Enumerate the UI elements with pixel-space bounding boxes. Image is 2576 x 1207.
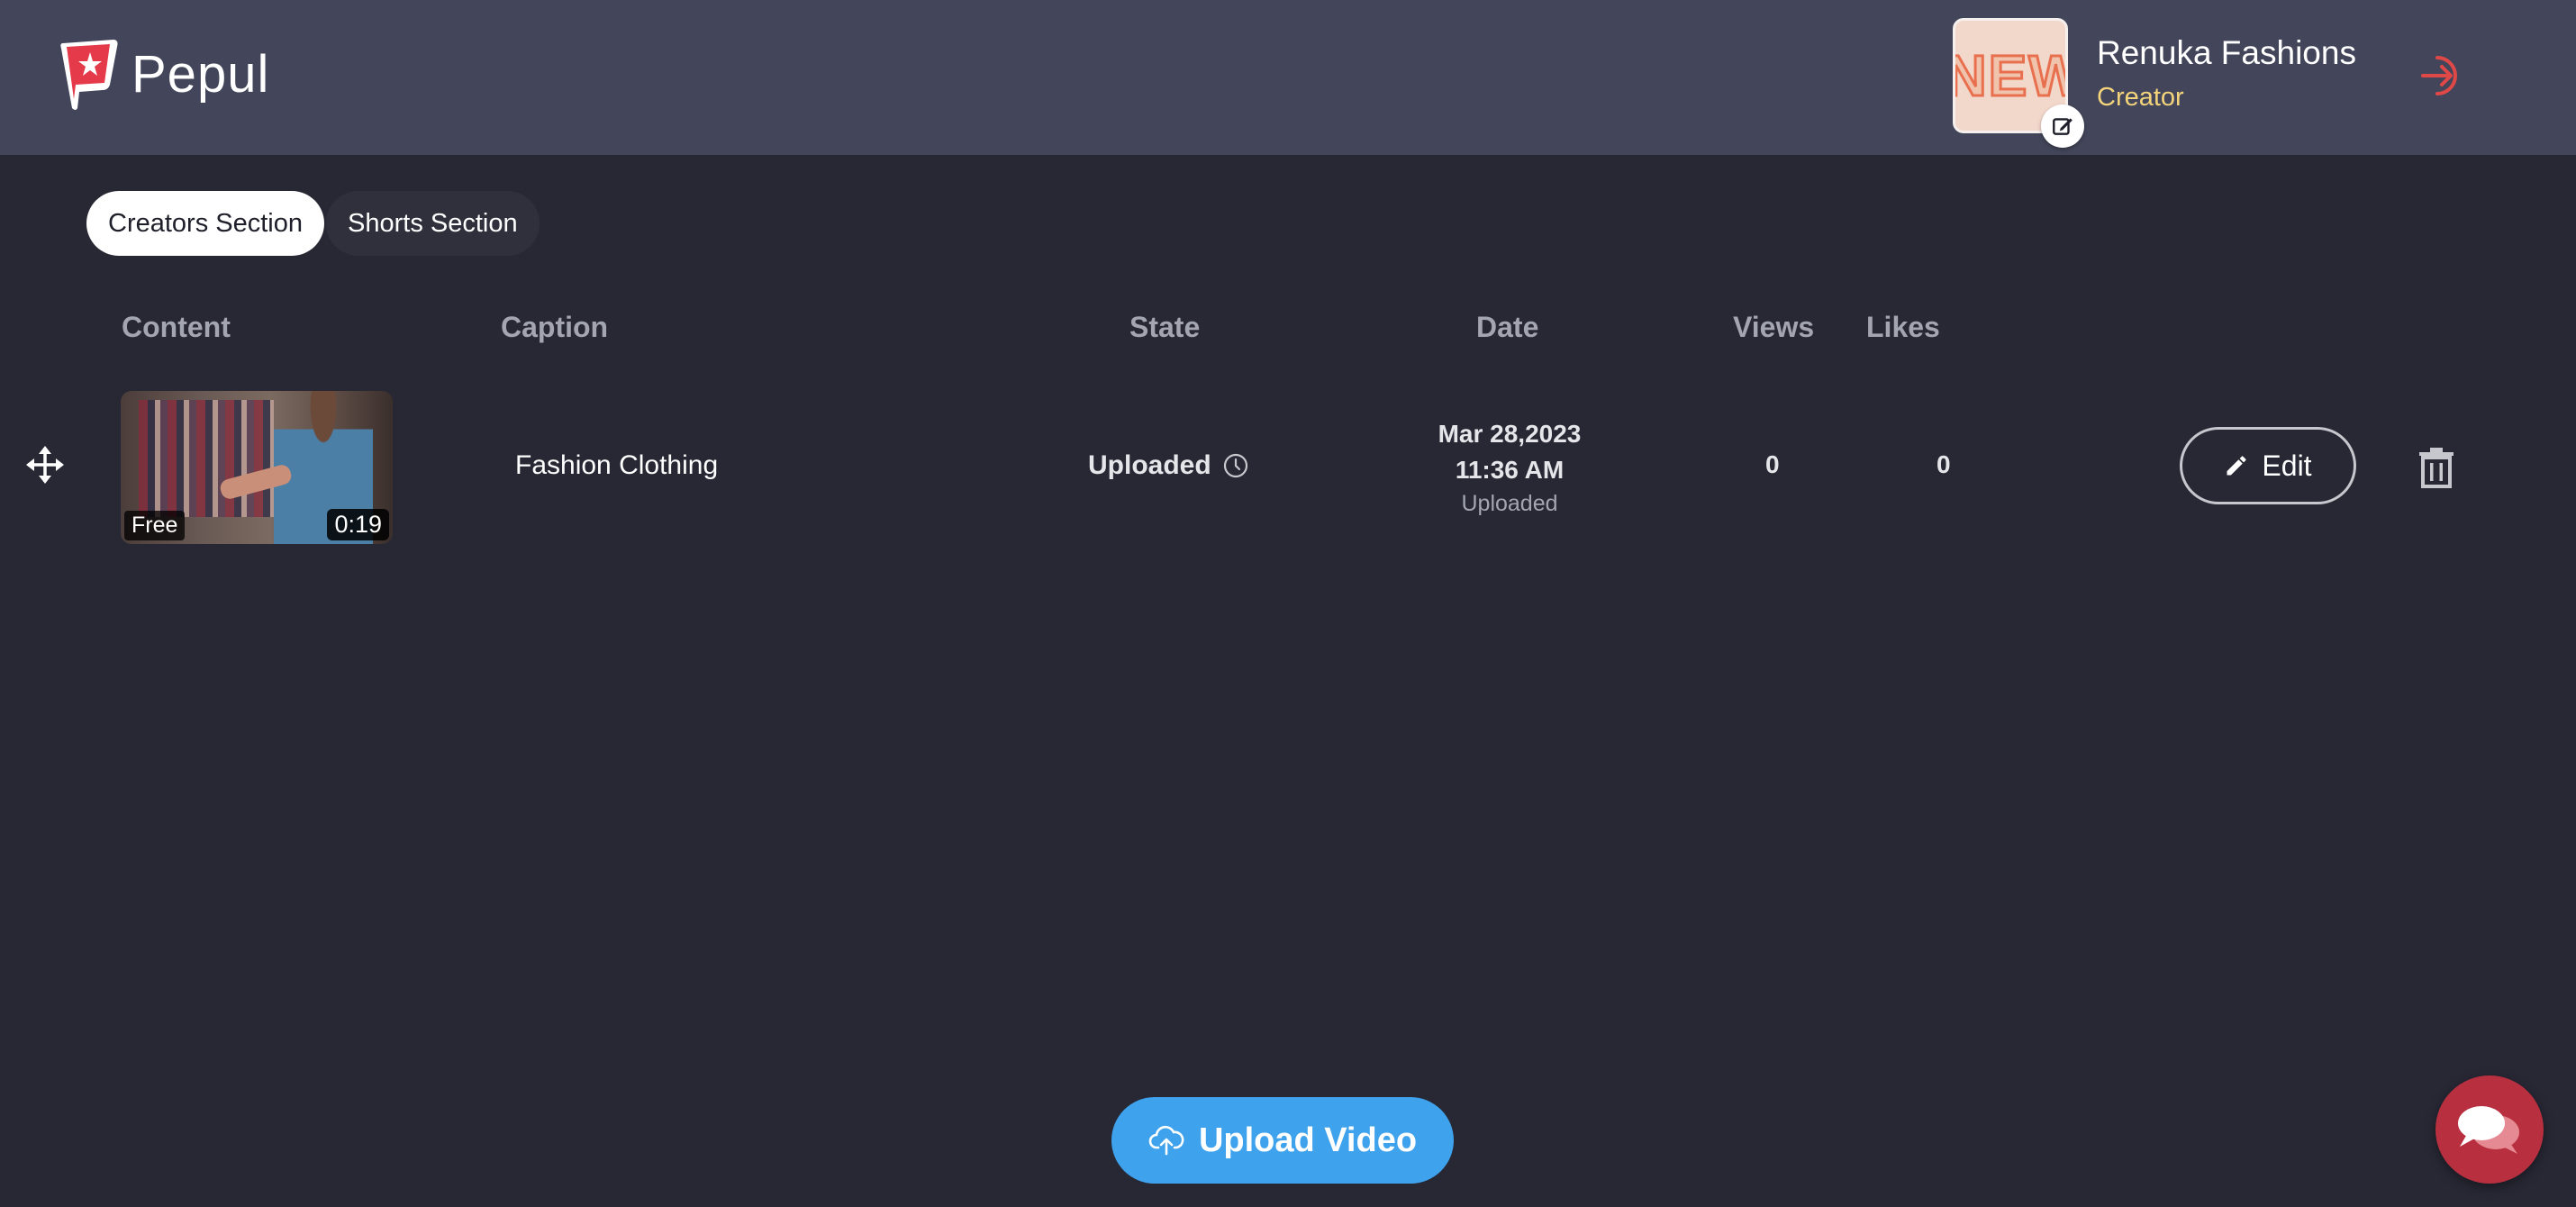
free-badge: Free <box>124 511 186 540</box>
delete-button[interactable] <box>2416 445 2457 493</box>
video-state: Uploaded <box>1088 450 1249 481</box>
date-status: Uploaded <box>1461 491 1558 516</box>
edit-label: Edit <box>2262 449 2312 482</box>
video-thumbnail[interactable]: Free 0:19 <box>121 391 393 544</box>
edit-button[interactable]: Edit <box>2180 427 2356 504</box>
date-value: Mar 28,2023 <box>1438 420 1582 448</box>
upload-label: Upload Video <box>1198 1121 1418 1159</box>
edit-badge-icon <box>2053 118 2073 135</box>
column-header-likes: Likes <box>1866 311 1940 343</box>
video-caption: Fashion Clothing <box>515 450 719 480</box>
logout-icon <box>2421 56 2457 95</box>
pepul-logo-icon <box>60 40 118 110</box>
thumbnail-image <box>139 400 274 517</box>
pepul-logo[interactable]: Pepul <box>56 36 269 112</box>
profile-name: Renuka Fashions <box>2097 34 2356 71</box>
column-header-views: Views <box>1733 311 1815 343</box>
video-date: Mar 28,2023 11:36 AM Uploaded <box>1420 416 1600 519</box>
time-value: 11:36 AM <box>1455 456 1565 484</box>
column-header-date: Date <box>1476 311 1539 343</box>
avatar-text: NEW <box>1955 42 2065 110</box>
tab-creators-section[interactable]: Creators Section <box>86 191 324 256</box>
column-header-caption: Caption <box>501 311 609 343</box>
chat-button[interactable] <box>2435 1075 2544 1184</box>
top-header: Pepul NEW Renuka Fashions Creator <box>0 0 2576 155</box>
cloud-upload-icon <box>1148 1125 1184 1156</box>
clock-icon <box>1223 453 1247 478</box>
upload-video-button[interactable]: Upload Video <box>1111 1097 1454 1184</box>
drag-handle[interactable] <box>25 445 65 489</box>
profile-role: Creator <box>2097 83 2184 112</box>
duration-badge: 0:19 <box>327 509 389 540</box>
move-icon <box>26 446 64 484</box>
views-count: 0 <box>1765 450 1780 478</box>
edit-profile-button[interactable] <box>2041 104 2084 148</box>
logout-button[interactable] <box>2417 50 2468 105</box>
column-header-state: State <box>1129 311 1201 343</box>
likes-count: 0 <box>1937 450 1951 478</box>
tab-shorts-section[interactable]: Shorts Section <box>326 191 540 256</box>
section-tabs: Creators Section Shorts Section <box>86 191 540 256</box>
logo-text: Pepul <box>132 44 270 104</box>
column-header-content: Content <box>122 311 231 343</box>
pencil-icon <box>2227 456 2246 476</box>
trash-icon <box>2419 448 2454 488</box>
chat-icon <box>2458 1106 2519 1154</box>
state-label: Uploaded <box>1088 450 1211 480</box>
